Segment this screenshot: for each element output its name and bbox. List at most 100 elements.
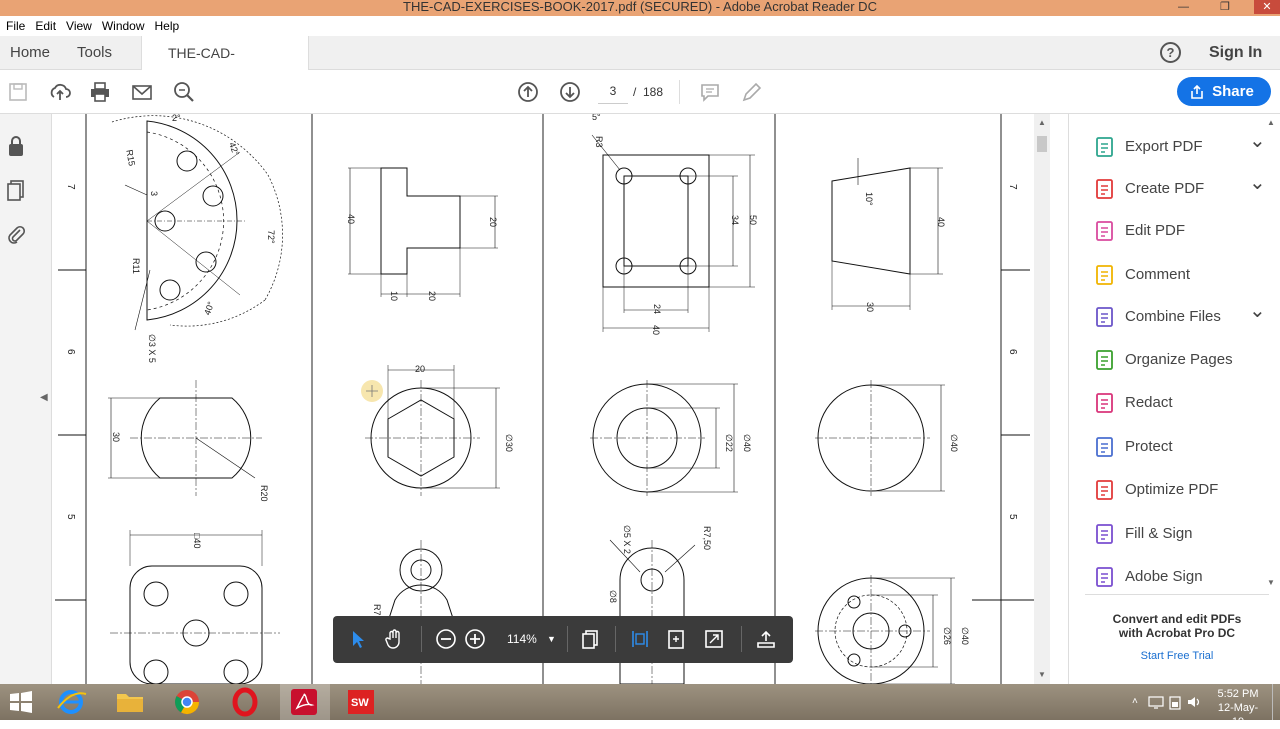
menu-edit[interactable]: Edit	[31, 19, 60, 33]
tray-chevron-icon[interactable]: ˄	[1132, 696, 1138, 707]
file-explorer-icon[interactable]	[111, 686, 149, 718]
chevron-down-icon[interactable]: ⌄	[1249, 168, 1266, 198]
minimize-button[interactable]: —	[1178, 0, 1189, 14]
tab-tools[interactable]: Tools	[77, 36, 112, 70]
svg-text:∅22: ∅22	[724, 434, 734, 452]
clock-date: 12-May-19	[1217, 702, 1259, 728]
pen-icon[interactable]	[740, 80, 764, 104]
pages-icon[interactable]	[6, 178, 26, 202]
fit-page-icon[interactable]	[665, 628, 687, 650]
attachment-icon[interactable]	[6, 222, 26, 246]
page-separator: /	[633, 85, 637, 99]
tray-clock[interactable]: 5:52 PM 12-May-19	[1212, 687, 1264, 729]
tray-volume-icon[interactable]	[1186, 694, 1202, 710]
tool-label: Export PDF	[1125, 138, 1203, 155]
tool-create-pdf[interactable]: Create PDF ⌄	[1096, 172, 1277, 204]
tool-label: Edit PDF	[1125, 222, 1186, 239]
page-total: 188	[643, 85, 664, 99]
menu-help[interactable]: Help	[151, 19, 184, 33]
zoom-value: 114%	[507, 632, 537, 646]
collapse-left-panel-arrow[interactable]: ◀	[40, 392, 48, 403]
tool-icon	[1094, 436, 1116, 458]
floatbar-divider	[741, 626, 742, 652]
floatbar-divider	[567, 626, 568, 652]
tool-protect[interactable]: Protect	[1094, 432, 1277, 462]
svg-text:72°: 72°	[266, 230, 276, 244]
row-label: 5	[65, 514, 76, 520]
zoom-out-icon[interactable]	[435, 628, 457, 650]
svg-text:10: 10	[389, 291, 399, 301]
share-button[interactable]: Share	[1177, 77, 1271, 106]
menu-file[interactable]: File	[2, 19, 29, 33]
hand-tool-icon[interactable]	[383, 628, 405, 650]
tool-comment[interactable]: Comment	[1096, 260, 1277, 290]
svg-text:24: 24	[652, 304, 662, 314]
mail-icon[interactable]	[130, 80, 154, 104]
tool-label: Adobe Sign	[1125, 568, 1203, 585]
pane-scroll-down[interactable]: ▼	[1267, 578, 1275, 587]
read-mode-icon[interactable]	[755, 628, 777, 650]
opera-icon[interactable]	[226, 686, 264, 718]
scroll-down-arrow[interactable]: ▼	[1038, 670, 1046, 679]
scroll-up-arrow[interactable]: ▲	[1038, 118, 1046, 127]
tool-optimize-pdf[interactable]: Optimize PDF	[1096, 475, 1277, 505]
tool-redact[interactable]: Redact	[1096, 388, 1277, 418]
tool-label: Redact	[1125, 394, 1173, 411]
maximize-button[interactable]: ❐	[1220, 0, 1230, 14]
tray-network-icon[interactable]	[1148, 694, 1164, 710]
left-navigation-rail: ◀	[0, 114, 52, 684]
internet-explorer-icon[interactable]	[52, 686, 90, 718]
fit-width-icon[interactable]	[629, 628, 651, 650]
pane-scroll-up[interactable]: ▲	[1267, 118, 1275, 127]
upload-icon[interactable]	[48, 80, 72, 104]
svg-text:R15: R15	[124, 149, 137, 167]
single-page-icon[interactable]	[579, 628, 601, 650]
tool-organize-pages[interactable]: Organize Pages	[1096, 345, 1277, 375]
zoom-select[interactable]: 114% ▼	[499, 628, 561, 650]
print-icon[interactable]	[88, 80, 112, 104]
sign-in-link[interactable]: Sign In	[1209, 36, 1262, 70]
help-icon[interactable]: ?	[1160, 42, 1181, 63]
tool-label: Comment	[1125, 266, 1191, 283]
chevron-down-icon[interactable]: ⌄	[1249, 296, 1266, 326]
zoom-in-icon[interactable]	[464, 628, 486, 650]
tool-combine-files[interactable]: Combine Files ⌄	[1094, 300, 1277, 332]
svg-text:R7,50: R7,50	[702, 526, 712, 550]
svg-text:20: 20	[488, 217, 498, 227]
lock-icon[interactable]	[6, 134, 26, 158]
tool-edit-pdf[interactable]: Edit PDF	[1096, 216, 1277, 246]
full-screen-icon[interactable]	[703, 628, 725, 650]
acrobat-taskbar-button[interactable]	[280, 684, 330, 720]
tray-battery-icon[interactable]	[1168, 694, 1182, 710]
windows-start-icon[interactable]	[2, 686, 40, 718]
chevron-down-icon[interactable]: ⌄	[1249, 126, 1266, 156]
menu-view[interactable]: View	[62, 19, 96, 33]
page-up-icon[interactable]	[516, 80, 540, 104]
tab-home[interactable]: Home	[10, 36, 50, 70]
search-zoom-icon[interactable]	[172, 80, 196, 104]
tool-adobe-sign[interactable]: Adobe Sign	[1096, 562, 1277, 592]
chevron-down-icon: ▼	[547, 634, 556, 644]
svg-text:∅30: ∅30	[504, 434, 514, 452]
tool-icon	[1094, 306, 1116, 328]
svg-text:R3: R3	[594, 136, 604, 148]
vertical-scrollbar[interactable]: ▲ ▼	[1034, 114, 1050, 684]
tab-document[interactable]: THE-CAD-EXERCIS... ×	[141, 36, 309, 95]
svg-text:3: 3	[149, 191, 159, 196]
close-window-button[interactable]: ✕	[1254, 0, 1280, 14]
document-viewport[interactable]: 7 6 5 7 6 5 2° 42° R15 3 R11 72° 40° ∅3 …	[52, 114, 1034, 684]
start-free-trial-link[interactable]: Start Free Trial	[1085, 650, 1269, 662]
page-number-input[interactable]: 3	[598, 82, 628, 104]
comment-icon[interactable]	[698, 80, 722, 104]
tool-export-pdf[interactable]: Export PDF ⌄	[1096, 130, 1277, 162]
scrollbar-thumb[interactable]	[1037, 136, 1047, 152]
solidworks-icon[interactable]: SW	[342, 686, 380, 718]
svg-text:□40: □40	[192, 533, 202, 548]
save-icon[interactable]	[6, 80, 30, 104]
chrome-icon[interactable]	[168, 686, 206, 718]
tool-fill-sign[interactable]: Fill & Sign	[1096, 519, 1277, 549]
menu-window[interactable]: Window	[98, 19, 149, 33]
select-cursor-icon[interactable]	[347, 628, 369, 650]
page-down-icon[interactable]	[558, 80, 582, 104]
show-desktop-button[interactable]	[1272, 684, 1280, 720]
